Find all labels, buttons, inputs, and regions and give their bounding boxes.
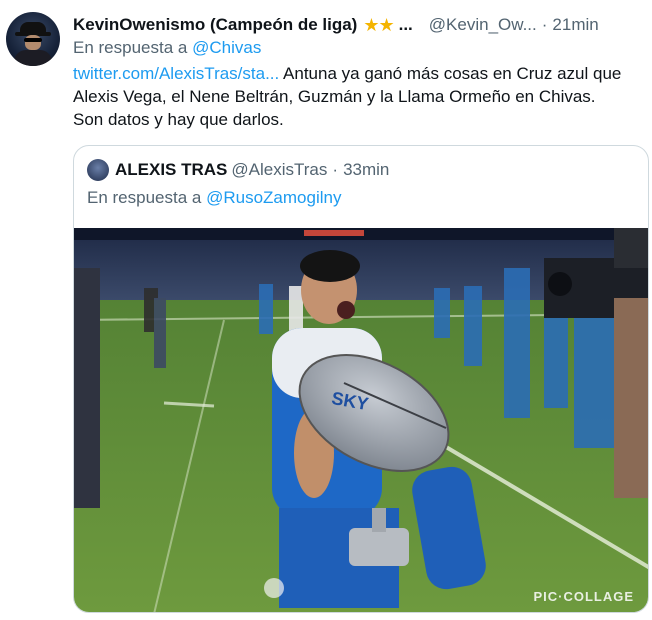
quoted-tweet-header: ALEXIS TRAS @AlexisTras · 33min <box>115 160 389 180</box>
author-avatar[interactable] <box>6 12 60 66</box>
quoted-author-name[interactable]: ALEXIS TRAS <box>115 160 227 180</box>
tweet-time[interactable]: 21min <box>552 15 598 35</box>
quoted-reply-mention-link[interactable]: @RusoZamogilny <box>206 188 341 207</box>
quoted-tweet-photo[interactable]: SKY PIC·COLLAGE <box>74 228 648 612</box>
author-name[interactable]: KevinOwenismo (Campeón de liga) <box>73 15 357 35</box>
quoted-tweet-time[interactable]: 33min <box>343 160 389 180</box>
quoted-author-handle[interactable]: @AlexisTras <box>231 160 327 180</box>
reply-prefix: En respuesta a <box>73 38 188 57</box>
name-overflow: ... <box>398 15 413 34</box>
quoted-reply-prefix: En respuesta a <box>87 188 202 207</box>
separator-dot: · <box>541 15 548 34</box>
quoted-author-avatar[interactable] <box>87 159 109 181</box>
star-emoji-icon: ★★ <box>363 14 394 35</box>
tweet-body-text-2: Son datos y hay que darlos. <box>73 110 284 129</box>
tweet-text: twitter.com/AlexisTras/sta... Antuna ya … <box>73 62 645 131</box>
author-handle[interactable]: @Kevin_Ow... <box>429 15 537 35</box>
reply-context: En respuesta a @Chivas <box>73 38 261 58</box>
quoted-tweet-link[interactable]: twitter.com/AlexisTras/sta... <box>73 64 279 83</box>
reply-mention-link[interactable]: @Chivas <box>192 38 261 57</box>
pic-collage-watermark: PIC·COLLAGE <box>533 589 634 604</box>
separator-dot: · <box>332 160 339 179</box>
tweet-header: KevinOwenismo (Campeón de liga) ★★ ... @… <box>73 13 645 37</box>
quoted-reply-context: En respuesta a @RusoZamogilny <box>87 188 341 208</box>
quoted-tweet-card[interactable]: ALEXIS TRAS @AlexisTras · 33min En respu… <box>73 145 649 613</box>
